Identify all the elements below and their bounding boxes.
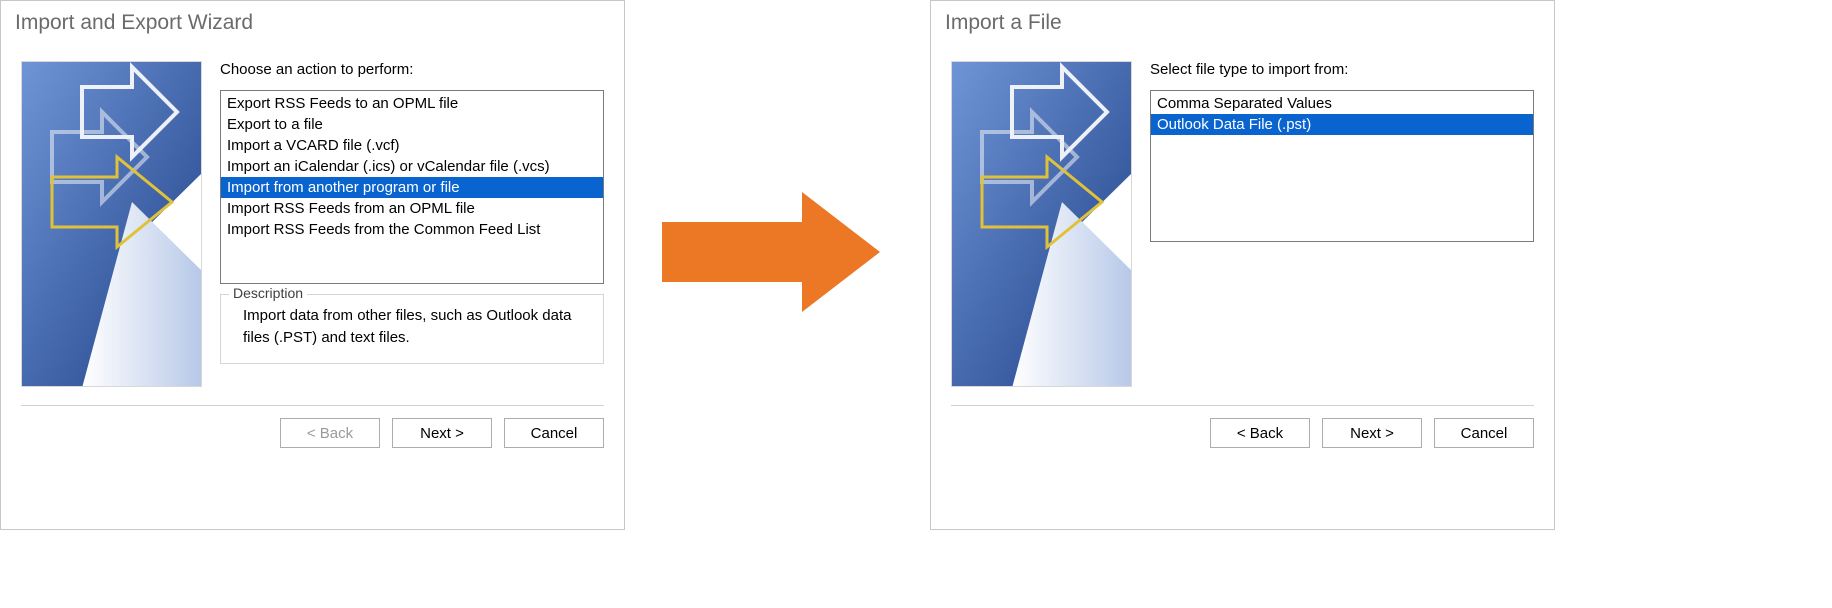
- filetype-prompt-label: Select file type to import from:: [1150, 61, 1534, 78]
- list-item[interactable]: Comma Separated Values: [1151, 93, 1533, 114]
- list-item[interactable]: Import RSS Feeds from the Common Feed Li…: [221, 219, 603, 240]
- description-legend: Description: [229, 285, 307, 301]
- button-row: < Back Next > Cancel: [1, 406, 624, 462]
- action-listbox[interactable]: Export RSS Feeds to an OPML fileExport t…: [220, 90, 604, 284]
- back-button: < Back: [280, 418, 380, 448]
- list-item[interactable]: Import RSS Feeds from an OPML file: [221, 198, 603, 219]
- list-item[interactable]: Import an iCalendar (.ics) or vCalendar …: [221, 156, 603, 177]
- list-item[interactable]: Export RSS Feeds to an OPML file: [221, 93, 603, 114]
- next-button[interactable]: Next >: [1322, 418, 1422, 448]
- dialog-title: Import a File: [931, 1, 1554, 61]
- cancel-button[interactable]: Cancel: [504, 418, 604, 448]
- description-text: Import data from other files, such as Ou…: [233, 305, 591, 349]
- dialog-title: Import and Export Wizard: [1, 1, 624, 61]
- list-item[interactable]: Import from another program or file: [221, 177, 603, 198]
- list-item[interactable]: Outlook Data File (.pst): [1151, 114, 1533, 135]
- description-group: Description Import data from other files…: [220, 294, 604, 364]
- list-item[interactable]: Export to a file: [221, 114, 603, 135]
- filetype-listbox[interactable]: Comma Separated ValuesOutlook Data File …: [1150, 90, 1534, 242]
- wizard-illustration: [951, 61, 1132, 387]
- cancel-button[interactable]: Cancel: [1434, 418, 1534, 448]
- flow-arrow-icon: [662, 192, 880, 312]
- action-prompt-label: Choose an action to perform:: [220, 61, 604, 78]
- back-button[interactable]: < Back: [1210, 418, 1310, 448]
- import-export-wizard-dialog: Import and Export Wizard: [0, 0, 625, 530]
- list-item[interactable]: Import a VCARD file (.vcf): [221, 135, 603, 156]
- import-file-dialog: Import a File: [930, 0, 1555, 530]
- button-row: < Back Next > Cancel: [931, 406, 1554, 462]
- wizard-illustration: [21, 61, 202, 387]
- next-button[interactable]: Next >: [392, 418, 492, 448]
